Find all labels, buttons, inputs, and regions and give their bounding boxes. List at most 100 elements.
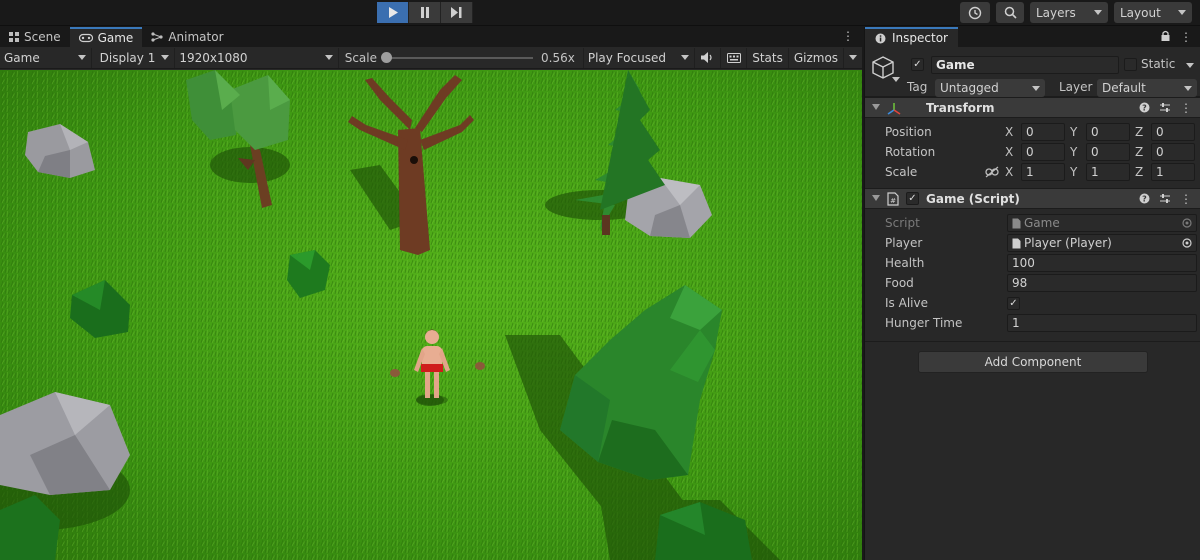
static-checkbox[interactable] <box>1124 58 1137 71</box>
play-mode-dropdown[interactable]: Play Focused <box>584 47 696 68</box>
player-row: Player Player (Player) <box>865 233 1200 253</box>
rotation-label: Rotation <box>885 145 936 159</box>
object-picker-icon[interactable] <box>1182 238 1192 248</box>
position-y-field[interactable]: 0 <box>1086 123 1130 141</box>
panel-menu-icon[interactable]: ⋮ <box>842 29 854 43</box>
health-field[interactable]: 100 <box>1007 254 1197 272</box>
play-button[interactable] <box>377 2 409 23</box>
constrain-proportions-icon[interactable] <box>985 166 999 178</box>
display-dropdown[interactable]: Display 1 <box>92 47 176 68</box>
game-scene-render <box>0 70 862 560</box>
search-button[interactable] <box>996 2 1024 23</box>
keyboard-icon <box>726 52 741 63</box>
preset-sliders-icon[interactable] <box>1159 102 1171 113</box>
player-reference-field[interactable]: Player (Player) <box>1007 234 1197 252</box>
check-icon: ✓ <box>1009 297 1018 309</box>
axis-y-label: Y <box>1070 165 1078 179</box>
scale-value: 0.56x <box>541 50 575 65</box>
chevron-down-icon <box>1094 10 1102 15</box>
rotation-z-field[interactable]: 0 <box>1151 143 1195 161</box>
component-menu-icon[interactable]: ⋮ <box>1180 192 1192 206</box>
player-label: Player <box>885 236 923 250</box>
mute-audio-button[interactable] <box>695 47 722 68</box>
layers-dropdown[interactable]: Layers <box>1030 2 1108 23</box>
tab-inspector[interactable]: Inspector <box>865 27 958 47</box>
food-value: 98 <box>1012 276 1028 290</box>
grid-icon <box>9 32 19 42</box>
scale-z-field[interactable]: 1 <box>1151 163 1195 181</box>
gizmos-dropdown[interactable] <box>844 48 862 68</box>
rotation-y-field[interactable]: 0 <box>1086 143 1130 161</box>
game-viewport[interactable] <box>0 70 862 560</box>
display-mode-dropdown[interactable]: Game <box>0 47 92 68</box>
preset-sliders-icon[interactable] <box>1159 193 1171 204</box>
inspector-tabs: Inspector ⋮ <box>865 27 1200 47</box>
object-picker-icon <box>1182 218 1192 228</box>
undo-history-button[interactable] <box>960 2 990 23</box>
script-label: Script <box>885 216 920 230</box>
transform-component-header[interactable]: Transform ? ⋮ <box>865 97 1200 118</box>
add-component-button[interactable]: Add Component <box>918 351 1148 373</box>
gizmos-button[interactable]: Gizmos <box>789 47 845 68</box>
object-name-field[interactable]: Game <box>931 56 1119 74</box>
inspector-menu-icon[interactable]: ⋮ <box>1180 30 1192 44</box>
hunger-time-field[interactable]: 1 <box>1007 314 1197 332</box>
food-label: Food <box>885 276 914 290</box>
static-chevron-down-icon[interactable] <box>1186 63 1194 68</box>
pause-button[interactable] <box>409 2 441 23</box>
scale-label: Scale <box>885 165 918 179</box>
script-component-header[interactable]: # ✓ Game (Script) ? ⋮ <box>865 188 1200 209</box>
step-button[interactable] <box>441 2 473 23</box>
script-enabled-checkbox[interactable]: ✓ <box>906 192 919 205</box>
svg-text:#: # <box>890 197 896 205</box>
layout-dropdown[interactable]: Layout <box>1114 2 1192 23</box>
is-alive-checkbox[interactable]: ✓ <box>1007 296 1020 310</box>
food-field[interactable]: 98 <box>1007 274 1197 292</box>
speaker-icon <box>701 52 712 63</box>
component-menu-icon[interactable]: ⋮ <box>1180 101 1192 115</box>
resolution-dropdown[interactable]: 1920x1080 <box>175 47 339 68</box>
foldout-arrow-icon[interactable] <box>872 195 880 201</box>
tab-game[interactable]: Game <box>69 27 143 47</box>
scale-x-field[interactable]: 1 <box>1021 163 1065 181</box>
check-icon: ✓ <box>913 59 922 70</box>
health-label: Health <box>885 256 925 270</box>
gamepad-icon <box>78 33 93 43</box>
tab-animator[interactable]: Animator <box>142 27 232 47</box>
tab-scene[interactable]: Scene <box>0 27 70 47</box>
position-z-value: 0 <box>1156 125 1164 139</box>
foldout-arrow-icon[interactable] <box>872 104 880 110</box>
scale-label: Scale <box>344 50 378 65</box>
help-icon[interactable]: ? <box>1139 102 1150 113</box>
axis-y-label: Y <box>1070 145 1078 159</box>
hunger-time-row: Hunger Time 1 <box>865 313 1200 333</box>
tag-label: Tag <box>907 80 928 94</box>
icon-picker-chevron-icon[interactable] <box>892 77 900 82</box>
help-icon[interactable]: ? <box>1139 193 1150 204</box>
position-x-field[interactable]: 0 <box>1021 123 1065 141</box>
layer-dropdown[interactable]: Default <box>1097 79 1197 97</box>
scale-y-field[interactable]: 1 <box>1086 163 1130 181</box>
position-y-value: 0 <box>1091 125 1099 139</box>
static-label: Static <box>1141 57 1176 71</box>
scale-slider-handle[interactable] <box>381 51 393 63</box>
stats-label: Stats <box>752 50 783 65</box>
tag-dropdown[interactable]: Untagged <box>935 79 1045 97</box>
lock-icon[interactable] <box>1161 30 1170 41</box>
layers-label: Layers <box>1036 5 1076 20</box>
is-alive-row: Is Alive ✓ <box>865 293 1200 313</box>
inspector-panel: Inspector ⋮ ✓ Game Static Tag Untagged L… <box>864 27 1200 560</box>
position-z-field[interactable]: 0 <box>1151 123 1195 141</box>
active-checkbox[interactable]: ✓ <box>911 58 924 71</box>
chevron-down-icon <box>1032 85 1040 91</box>
tab-inspector-label: Inspector <box>892 31 948 45</box>
pause-icon <box>420 7 429 18</box>
stats-button[interactable]: Stats <box>747 47 789 68</box>
scale-y-value: 1 <box>1091 165 1099 179</box>
axis-z-label: Z <box>1135 145 1144 159</box>
position-label: Position <box>885 125 932 139</box>
scale-slider[interactable] <box>381 51 534 63</box>
rotation-x-field[interactable]: 0 <box>1021 143 1065 161</box>
play-icon <box>388 7 398 18</box>
shortcuts-button[interactable] <box>721 47 748 68</box>
